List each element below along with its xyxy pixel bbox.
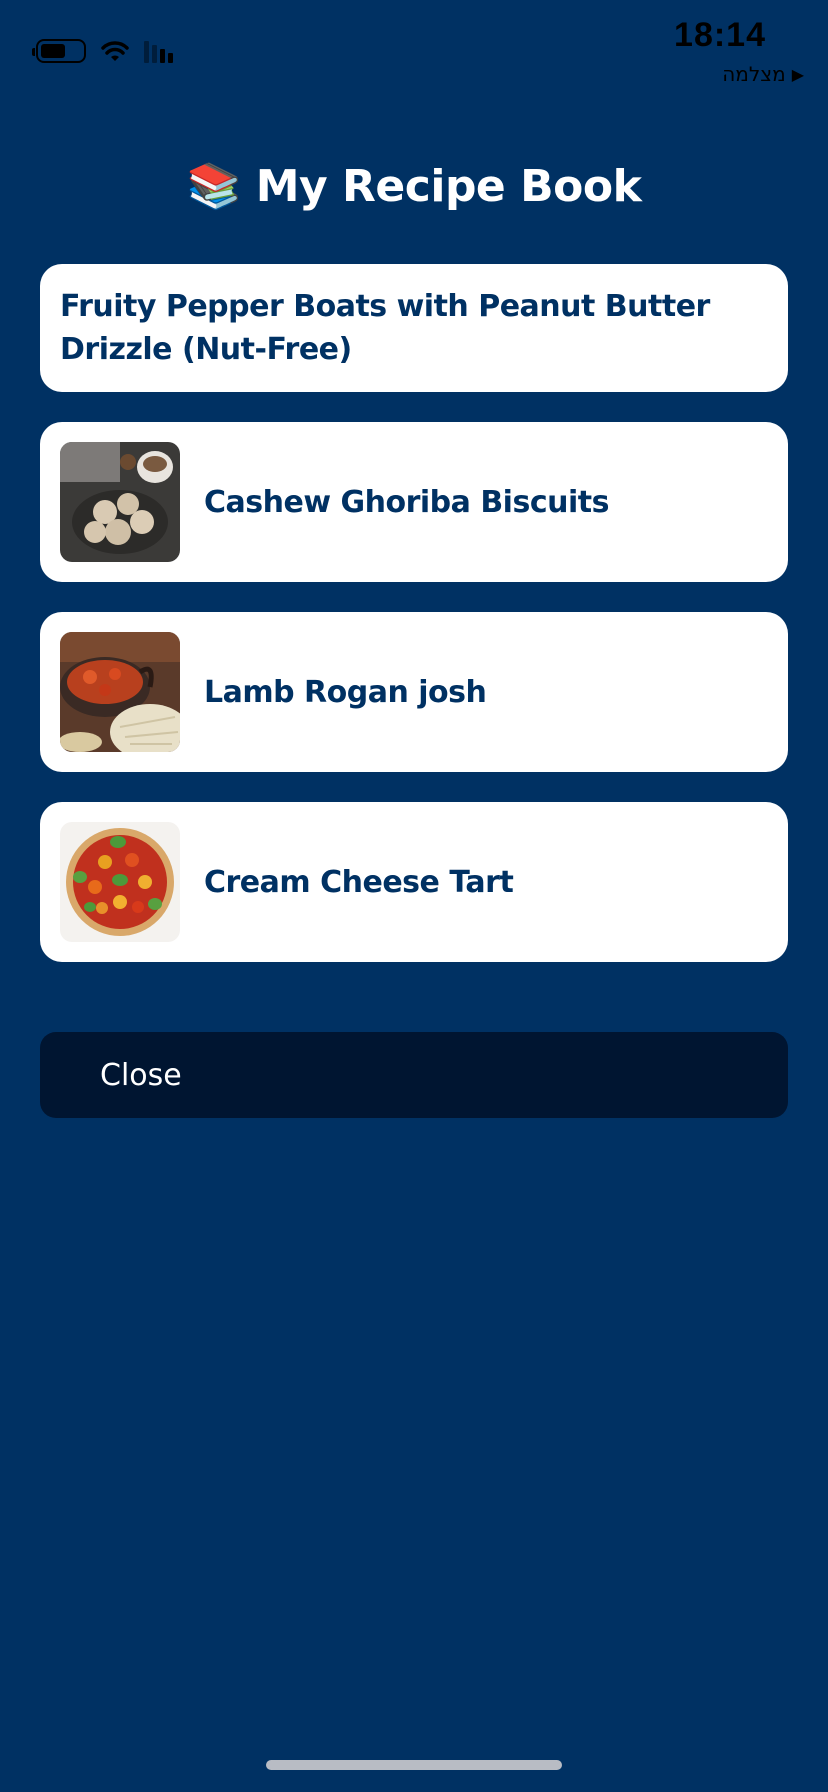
page-title-text: My Recipe Book [255, 161, 642, 212]
status-time: 18:14 [674, 16, 766, 54]
page-title: 📚 My Recipe Book [0, 160, 828, 212]
tomato-tart-photo [60, 822, 180, 942]
close-button-label: Close [100, 1057, 182, 1093]
back-to-app-label: מצלמה [722, 62, 786, 86]
recipe-card[interactable]: Cashew Ghoriba Biscuits [40, 422, 788, 582]
recipe-name: Fruity Pepper Boats with Peanut Butter D… [60, 289, 710, 367]
recipe-name: Lamb Rogan josh [204, 674, 487, 710]
battery-icon [32, 39, 86, 63]
recipe-name: Cream Cheese Tart [204, 864, 514, 900]
recipe-card[interactable]: Fruity Pepper Boats with Peanut Butter D… [40, 264, 788, 392]
recipe-thumbnail [60, 442, 180, 562]
cellular-signal-icon [144, 39, 173, 63]
wifi-icon [101, 41, 129, 61]
home-indicator[interactable] [266, 1760, 562, 1770]
cookies-photo [60, 442, 180, 562]
recipe-list: Fruity Pepper Boats with Peanut Butter D… [40, 264, 788, 992]
recipe-card[interactable]: Lamb Rogan josh [40, 612, 788, 772]
back-to-app-link[interactable]: מצלמה ▶ [722, 62, 804, 86]
recipe-thumbnail [60, 632, 180, 752]
curry-dish-photo [60, 632, 180, 752]
status-icons [32, 34, 173, 68]
close-button[interactable]: Close [40, 1032, 788, 1118]
play-arrow-icon: ▶ [791, 64, 804, 84]
recipe-thumbnail [60, 822, 180, 942]
recipe-name: Cashew Ghoriba Biscuits [204, 484, 609, 520]
status-bar: 18:14 מצלמה ▶ [0, 0, 828, 100]
recipe-card[interactable]: Cream Cheese Tart [40, 802, 788, 962]
books-icon: 📚 [186, 161, 242, 212]
